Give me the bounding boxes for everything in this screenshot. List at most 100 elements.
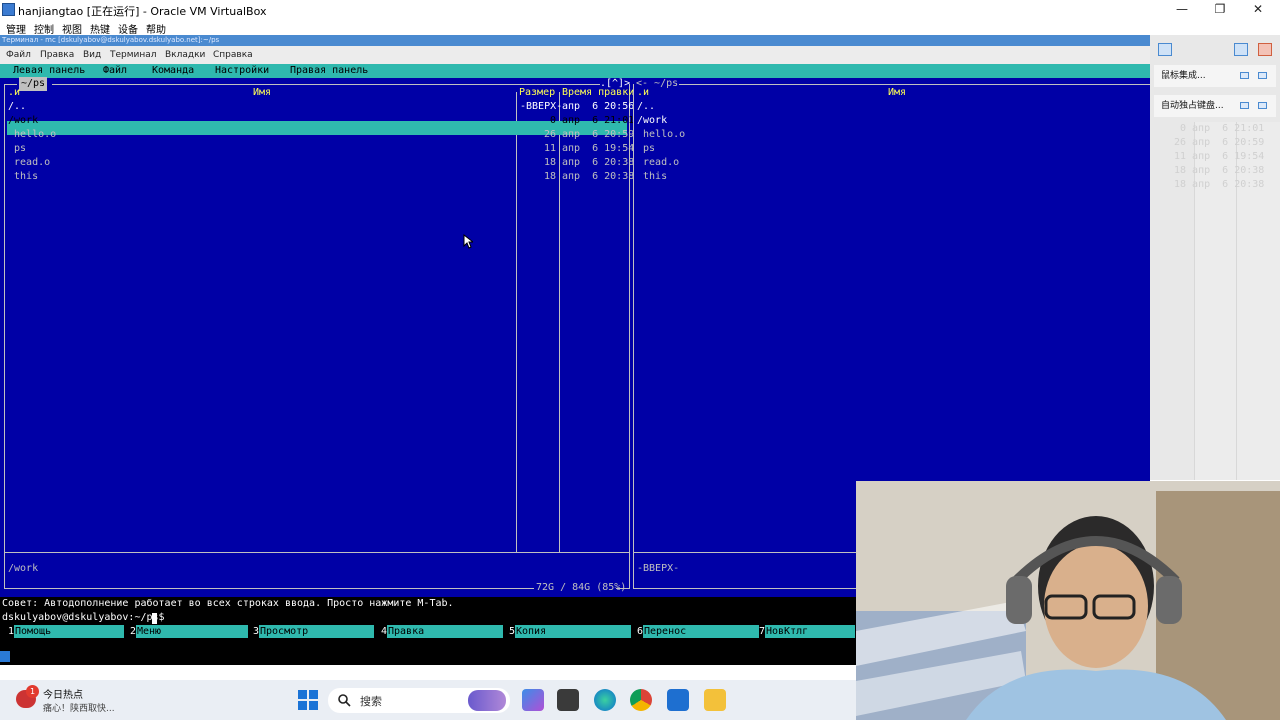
terminal-menu-tabs[interactable]: Вкладки [165,50,205,60]
file-row-name[interactable]: read.o [637,156,679,170]
file-row-name[interactable]: this [8,170,38,184]
file-row-name[interactable]: ps [637,142,655,156]
fkey-5[interactable]: 5Копия [509,625,631,638]
left-col-size[interactable]: Размер [519,86,555,100]
mc-menu-command[interactable]: Команда [152,65,194,76]
terminal-menu-edit[interactable]: Правка [40,50,74,60]
right-col-name[interactable]: Имя [888,86,906,100]
webcam-person-image [856,481,1280,720]
vbox-menu-bar: 管理 控制 视图 热键 设备 帮助 [0,19,1280,36]
panel-ghost-area: 0 апр 6 21:01 26 апр 6 20:59 11 апр 6 19… [1174,122,1280,480]
menu-hotkeys[interactable]: 热键 [90,21,110,36]
terminal-app-icon[interactable] [557,689,579,711]
menu-control[interactable]: 控制 [34,21,54,36]
close-button[interactable]: ✕ [1238,0,1278,19]
file-row-name[interactable]: /work [637,114,667,128]
suppress-icon[interactable] [1240,102,1249,109]
store-icon[interactable] [667,689,689,711]
terminal-menu-terminal[interactable]: Терминал [110,50,157,60]
webcam-overlay [856,481,1280,720]
terminal-menu-bar: Файл Правка Вид Терминал Вкладки Справка [0,46,1150,64]
restore-button[interactable]: ❐ [1200,0,1240,19]
file-row-name[interactable]: hello.o [637,128,685,142]
copilot-icon[interactable] [522,689,544,711]
window-title: hanjiangtao [正在运行] - Oracle VM VirtualBo… [18,5,267,18]
notification-keyboard-capture[interactable]: 自动独占键盘... [1154,95,1276,117]
info-icon[interactable] [1158,43,1172,56]
text-cursor [152,613,157,624]
clear-notifications-icon[interactable] [1258,43,1272,56]
file-row-name[interactable]: /.. [637,100,655,114]
close-notification-icon[interactable] [1258,72,1267,79]
edge-icon[interactable] [594,689,616,711]
mouse-cursor-icon [463,234,473,249]
windows-start-icon[interactable] [298,690,318,710]
mc-menu-left-panel[interactable]: Левая панель [13,65,85,76]
file-row-name[interactable]: hello.o [8,128,56,142]
mc-menu-settings[interactable]: Настройки [215,65,269,76]
fkey-4[interactable]: 4Правка [381,625,503,638]
file-row-time: апр 6 20:59 [562,129,635,140]
terminal-menu-view[interactable]: Вид [83,50,101,60]
fkey-1[interactable]: 1Помощь [8,625,124,638]
file-row-time: апр 6 20:38 [562,171,635,182]
mc-menu-file[interactable]: Файл [103,65,127,76]
fkey-2[interactable]: 2Меню [130,625,248,638]
notification-text: 自动独占键盘... [1161,101,1224,111]
selected-row-highlight [7,121,627,135]
left-col-time[interactable]: Время правки [562,86,634,100]
file-row-time: апр 6 20:38 [562,157,635,168]
left-col-name[interactable]: Имя [253,86,271,100]
file-row-size: 18 [544,171,557,182]
minimize-button[interactable]: — [1162,0,1202,19]
file-row-name[interactable]: this [637,170,667,184]
menu-manage[interactable]: 管理 [6,21,26,36]
file-row-size: 11 [544,143,557,154]
terminal-title-bar: Терминал - mc [dskulyabov@dskulyabov.dsk… [0,35,1150,46]
mc-menu-bar: Левая панель Файл Команда Настройки Прав… [0,64,1150,78]
ghost-row: 26 апр 6 20:59 [1174,137,1265,148]
search-icon [338,694,351,707]
fkey-7[interactable]: 7НовКтлг [759,625,855,638]
notification-panel: 鼠标集成... 自动独占键盘... 0 апр 6 21:01 26 апр 6… [1150,35,1280,480]
file-row-time: апр 6 19:54 [562,143,635,154]
fkey-6[interactable]: 6Перенос [637,625,759,638]
ghost-row: 18 апр 6 20:38 [1174,165,1265,176]
file-row-size: 18 [544,157,557,168]
left-sort-marker[interactable]: .и [8,86,20,100]
right-mini-status: -ВВЕРХ- [637,563,680,574]
suppress-icon[interactable] [1240,72,1249,79]
close-notification-icon[interactable] [1258,102,1267,109]
disk-usage: 72G / 84G (85%) [536,582,627,593]
menu-help[interactable]: 帮助 [146,21,166,36]
news-title[interactable]: 今日热点 [43,686,83,701]
chrome-icon[interactable] [630,689,652,711]
left-panel-path: ~/ps [19,77,48,91]
mc-menu-right-panel[interactable]: Правая панель [290,65,368,76]
news-badge: 1 [26,685,39,698]
notification-text: 鼠标集成... [1161,71,1206,81]
notification-list-icon[interactable] [1234,43,1248,56]
vm-status-strip [0,648,857,665]
fkey-3[interactable]: 3Просмотр [253,625,374,638]
terminal-menu-help[interactable]: Справка [213,50,253,60]
menu-devices[interactable]: 设备 [118,21,138,36]
file-row-name[interactable]: read.o [8,156,50,170]
terminal-menu-file[interactable]: Файл [6,50,31,60]
news-subtitle[interactable]: 痛心！陕西取快... [43,701,115,714]
file-row-time-selected: апр 6 21:01 [562,115,635,126]
notification-mouse-integration[interactable]: 鼠标集成... [1154,65,1276,87]
hint-line: Совет: Автодополнение работает во всех с… [2,598,454,609]
taskbar-search-box[interactable]: 搜索 [328,688,510,713]
file-row-name-selected[interactable]: /work [8,114,38,128]
menu-view[interactable]: 视图 [62,21,82,36]
shell-prompt[interactable]: dskulyabov@dskulyabov:~/ps$ [2,611,165,625]
ghost-row: 0 апр 6 21:01 [1180,123,1265,134]
file-row-size-selected: 0 [550,115,557,126]
right-sort-marker[interactable]: .и [637,86,649,100]
file-row-name[interactable]: ps [8,142,26,156]
file-explorer-icon[interactable] [704,689,726,711]
taskbar: 1 今日热点 痛心！陕西取快... 搜索 [0,680,856,720]
search-placeholder: 搜索 [360,695,382,708]
file-row-name[interactable]: /.. [8,100,26,114]
